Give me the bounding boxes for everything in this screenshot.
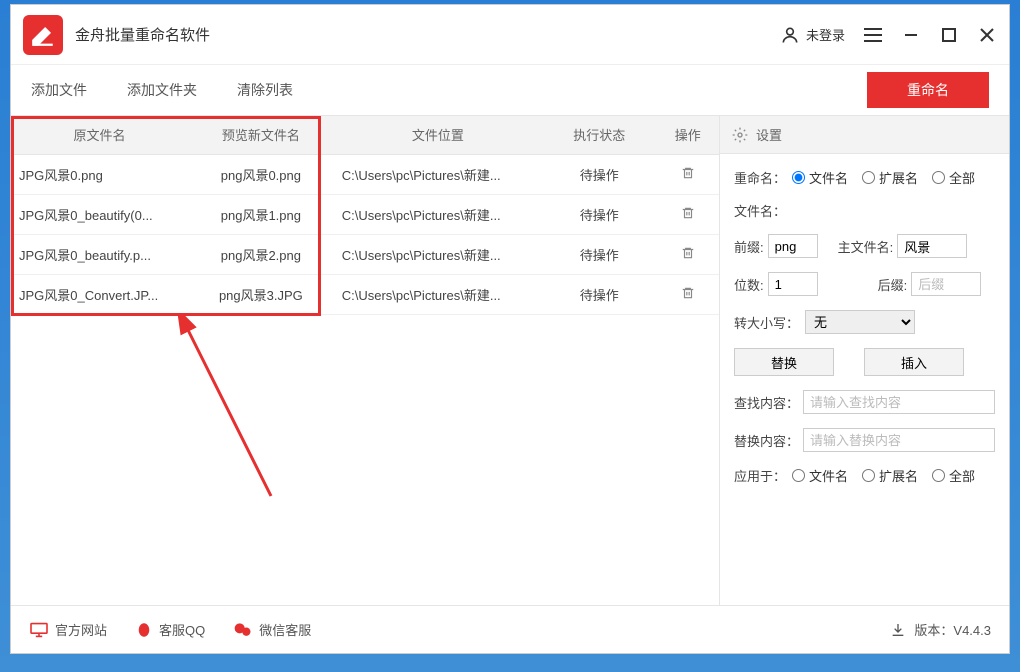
content: 原文件名 预览新文件名 文件位置 执行状态 操作 JPG风景0.png png风… bbox=[11, 115, 1009, 605]
app-window: 金舟批量重命名软件 未登录 添加文件 添加文件夹 清除列表 重命名 bbox=[10, 4, 1010, 654]
settings-title: 设置 bbox=[756, 125, 782, 144]
rename-button[interactable]: 重命名 bbox=[867, 72, 989, 108]
gear-icon bbox=[732, 127, 748, 143]
clear-list-button[interactable]: 清除列表 bbox=[237, 80, 293, 100]
col-location: 文件位置 bbox=[334, 116, 542, 154]
app-icon bbox=[23, 15, 63, 55]
delete-row-button[interactable] bbox=[681, 248, 695, 263]
cell-preview: png风景1.png bbox=[188, 194, 334, 234]
login-button[interactable]: 未登录 bbox=[780, 25, 845, 45]
table-area: 原文件名 预览新文件名 文件位置 执行状态 操作 JPG风景0.png png风… bbox=[11, 116, 719, 605]
delete-row-button[interactable] bbox=[681, 288, 695, 303]
digits-label: 位数: bbox=[734, 275, 764, 294]
settings-header: 设置 bbox=[720, 116, 1009, 154]
settings-panel: 设置 重命名： 文件名 扩展名 全部 文件名： 前缀: 主文件名: bbox=[719, 116, 1009, 605]
rename-radio-filename[interactable]: 文件名 bbox=[792, 168, 848, 187]
add-folder-button[interactable]: 添加文件夹 bbox=[127, 80, 197, 100]
rename-radio-ext[interactable]: 扩展名 bbox=[862, 168, 918, 187]
delete-row-button[interactable] bbox=[681, 168, 695, 183]
col-status: 执行状态 bbox=[542, 116, 657, 154]
website-link[interactable]: 官方网站 bbox=[29, 620, 107, 639]
rename-radio-all[interactable]: 全部 bbox=[932, 168, 975, 187]
cell-status: 待操作 bbox=[542, 234, 657, 274]
qq-icon bbox=[135, 621, 153, 639]
version-text: 版本：V4.4.3 bbox=[914, 620, 991, 639]
apply-radio-filename[interactable]: 文件名 bbox=[792, 466, 848, 485]
wechat-link[interactable]: 微信客服 bbox=[233, 620, 311, 639]
arrow-annotation bbox=[171, 316, 291, 516]
cell-status: 待操作 bbox=[542, 274, 657, 314]
titlebar: 金舟批量重命名软件 未登录 bbox=[11, 5, 1009, 65]
replace-content-label: 替换内容： bbox=[734, 431, 799, 450]
col-action: 操作 bbox=[657, 116, 720, 154]
close-button[interactable] bbox=[977, 25, 997, 45]
cell-action bbox=[657, 194, 720, 234]
delete-row-button[interactable] bbox=[681, 208, 695, 223]
monitor-icon bbox=[29, 622, 49, 638]
cell-location: C:\Users\pc\Pictures\新建... bbox=[334, 234, 542, 274]
apply-label: 应用于： bbox=[734, 466, 786, 485]
cell-location: C:\Users\pc\Pictures\新建... bbox=[334, 194, 542, 234]
version-area: 版本：V4.4.3 bbox=[890, 620, 991, 639]
digits-input[interactable] bbox=[768, 272, 818, 296]
cell-preview: png风景2.png bbox=[188, 234, 334, 274]
case-label: 转大小写： bbox=[734, 313, 799, 332]
table-row[interactable]: JPG风景0.png png风景0.png C:\Users\pc\Pictur… bbox=[11, 154, 719, 194]
file-table: 原文件名 预览新文件名 文件位置 执行状态 操作 JPG风景0.png png风… bbox=[11, 116, 719, 315]
main-name-input[interactable] bbox=[897, 234, 967, 258]
case-select[interactable]: 无 bbox=[805, 310, 915, 334]
cell-original: JPG风景0.png bbox=[11, 154, 188, 194]
qq-link[interactable]: 客服QQ bbox=[135, 620, 205, 639]
cell-preview: png风景0.png bbox=[188, 154, 334, 194]
find-label: 查找内容： bbox=[734, 393, 799, 412]
app-title: 金舟批量重命名软件 bbox=[75, 24, 210, 45]
table-header-row: 原文件名 预览新文件名 文件位置 执行状态 操作 bbox=[11, 116, 719, 154]
main-name-label: 主文件名: bbox=[838, 237, 894, 256]
filename-section-label: 文件名： bbox=[734, 201, 786, 220]
add-file-button[interactable]: 添加文件 bbox=[31, 80, 87, 100]
cell-action bbox=[657, 274, 720, 314]
prefix-label: 前缀: bbox=[734, 237, 764, 256]
insert-mode-button[interactable]: 插入 bbox=[864, 348, 964, 376]
col-preview: 预览新文件名 bbox=[188, 116, 334, 154]
toolbar: 添加文件 添加文件夹 清除列表 重命名 bbox=[11, 65, 1009, 115]
footer: 官方网站 客服QQ 微信客服 版本：V4.4.3 bbox=[11, 605, 1009, 653]
cell-original: JPG风景0_beautify(0... bbox=[11, 194, 188, 234]
cell-preview: png风景3.JPG bbox=[188, 274, 334, 314]
minimize-button[interactable] bbox=[901, 25, 921, 45]
menu-button[interactable] bbox=[863, 25, 883, 45]
suffix-input[interactable] bbox=[911, 272, 981, 296]
trash-icon bbox=[681, 286, 695, 300]
titlebar-right: 未登录 bbox=[780, 25, 997, 45]
replace-input[interactable] bbox=[803, 428, 995, 452]
cell-action bbox=[657, 234, 720, 274]
login-text: 未登录 bbox=[806, 25, 845, 44]
rename-scope-label: 重命名： bbox=[734, 168, 786, 187]
table-row[interactable]: JPG风景0_beautify(0... png风景1.png C:\Users… bbox=[11, 194, 719, 234]
prefix-input[interactable] bbox=[768, 234, 818, 258]
find-input[interactable] bbox=[803, 390, 995, 414]
maximize-button[interactable] bbox=[939, 25, 959, 45]
cell-location: C:\Users\pc\Pictures\新建... bbox=[334, 154, 542, 194]
col-original: 原文件名 bbox=[11, 116, 188, 154]
cell-status: 待操作 bbox=[542, 194, 657, 234]
trash-icon bbox=[681, 246, 695, 260]
download-icon bbox=[890, 622, 906, 638]
table-row[interactable]: JPG风景0_Convert.JP... png风景3.JPG C:\Users… bbox=[11, 274, 719, 314]
cell-original: JPG风景0_Convert.JP... bbox=[11, 274, 188, 314]
trash-icon bbox=[681, 206, 695, 220]
apply-radio-ext[interactable]: 扩展名 bbox=[862, 466, 918, 485]
wechat-icon bbox=[233, 621, 253, 639]
cell-original: JPG风景0_beautify.p... bbox=[11, 234, 188, 274]
apply-radio-all[interactable]: 全部 bbox=[932, 466, 975, 485]
suffix-label: 后缀: bbox=[878, 275, 908, 294]
cell-status: 待操作 bbox=[542, 154, 657, 194]
cell-action bbox=[657, 154, 720, 194]
table-row[interactable]: JPG风景0_beautify.p... png风景2.png C:\Users… bbox=[11, 234, 719, 274]
trash-icon bbox=[681, 166, 695, 180]
settings-body: 重命名： 文件名 扩展名 全部 文件名： 前缀: 主文件名: 位数: bbox=[720, 154, 1009, 513]
user-icon bbox=[780, 25, 800, 45]
cell-location: C:\Users\pc\Pictures\新建... bbox=[334, 274, 542, 314]
replace-mode-button[interactable]: 替换 bbox=[734, 348, 834, 376]
